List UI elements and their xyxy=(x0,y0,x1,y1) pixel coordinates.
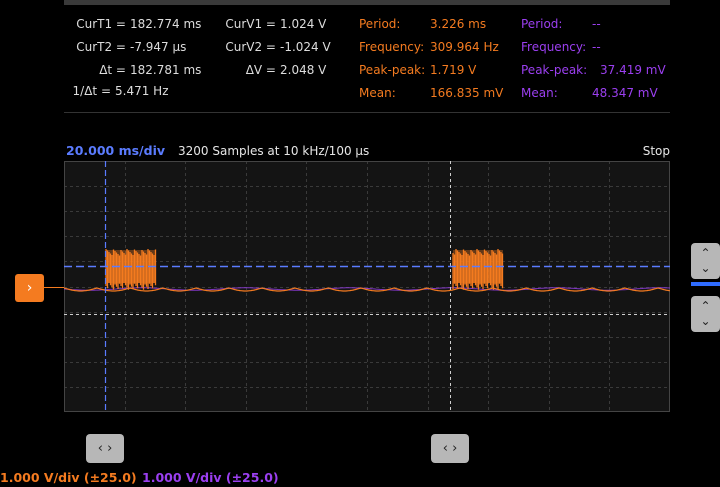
channel1-marker-line xyxy=(44,287,64,288)
ch2-period-value: -- xyxy=(592,17,601,31)
acquisition-status[interactable]: Stop xyxy=(643,143,670,159)
channel1-scale[interactable]: 1.000 V/div (±25.0) xyxy=(0,469,137,487)
ch2-peak-peak-value: 37.419 mV xyxy=(600,63,666,77)
delta-t-value: 182.781 ms xyxy=(130,63,202,77)
scope-plot-area[interactable] xyxy=(63,161,671,412)
chevron-up-down-icon: ⌃ ⌄ xyxy=(700,246,711,275)
curv2-label: CurV2 = xyxy=(225,40,276,54)
channel1-offset-marker[interactable]: › xyxy=(15,274,44,302)
ch2-mean-label: Mean: xyxy=(521,86,558,100)
cursor-v2-updown-button[interactable]: ⌃ ⌄ xyxy=(691,296,720,332)
delta-v-label: ΔV = xyxy=(245,63,276,77)
cursor-v1-indicator xyxy=(691,282,720,286)
curt1-value: 182.774 ms xyxy=(130,17,202,31)
ch1-frequency-label: Frequency: xyxy=(359,40,425,54)
delta-t-label: Δt = xyxy=(99,63,126,77)
cursor-t2-leftright-button[interactable]: ‹ › xyxy=(431,434,469,463)
curv1-label: CurV1 = xyxy=(225,17,276,31)
inv-delta-t-label: 1/Δt = xyxy=(72,84,111,98)
inv-delta-t-value: 5.471 Hz xyxy=(115,84,169,98)
scope-canvas xyxy=(63,161,671,412)
cursor-t1-leftright-button[interactable]: ‹ › xyxy=(86,434,124,463)
divider xyxy=(64,112,670,113)
sample-info: 3200 Samples at 10 kHz/100 µs xyxy=(178,144,370,158)
time-per-div[interactable]: 20.000 ms/div xyxy=(66,143,165,159)
chevron-up-down-icon: ⌃ ⌄ xyxy=(700,299,711,328)
ch1-period-label: Period: xyxy=(359,17,401,31)
ch2-mean-value: 48.347 mV xyxy=(592,86,658,100)
chevron-left-right-icon: ‹ › xyxy=(97,441,113,456)
curt1-label: CurT1 = xyxy=(76,17,126,31)
ch2-frequency-value: -- xyxy=(592,40,601,54)
ch1-peak-peak-value: 1.719 V xyxy=(430,63,477,77)
ch2-frequency-label: Frequency: xyxy=(521,40,587,54)
ch1-mean-label: Mean: xyxy=(359,86,396,100)
ch1-peak-peak-label: Peak-peak: xyxy=(359,63,426,77)
curt2-label: CurT2 = xyxy=(76,40,126,54)
ch2-peak-peak-label: Peak-peak: xyxy=(521,63,588,77)
timebase-bar: 20.000 ms/div 3200 Samples at 10 kHz/100… xyxy=(64,143,670,159)
curv1-value: 1.024 V xyxy=(280,17,327,31)
ch1-period-value: 3.226 ms xyxy=(430,17,487,31)
curv2-value: -1.024 V xyxy=(280,40,331,54)
cursor-v1-updown-button[interactable]: ⌃ ⌄ xyxy=(691,243,720,279)
top-bar xyxy=(64,0,670,5)
ch2-period-label: Period: xyxy=(521,17,563,31)
ch1-frequency-value: 309.964 Hz xyxy=(430,40,499,54)
channel2-scale[interactable]: 1.000 V/div (±25.0) xyxy=(142,469,279,487)
chevron-left-right-icon: ‹ › xyxy=(442,441,458,456)
delta-v-value: 2.048 V xyxy=(280,63,327,77)
chevron-right-icon: › xyxy=(26,280,33,296)
ch1-mean-value: 166.835 mV xyxy=(430,86,504,100)
curt2-value: -7.947 µs xyxy=(130,40,187,54)
